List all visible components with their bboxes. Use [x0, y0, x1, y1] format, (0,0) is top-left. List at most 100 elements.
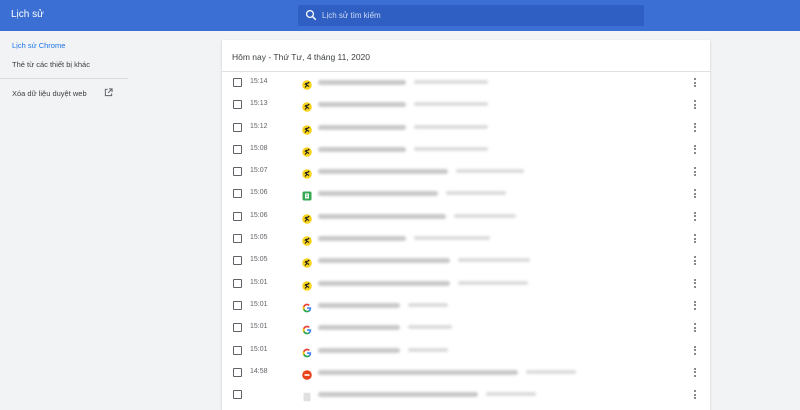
row-domain-redacted: [414, 80, 488, 84]
more-actions-icon[interactable]: [692, 188, 698, 200]
row-domain-redacted: [446, 191, 506, 196]
row-checkbox[interactable]: [233, 234, 242, 244]
more-actions-icon[interactable]: [692, 278, 698, 290]
more-actions-icon[interactable]: [692, 211, 698, 223]
history-row[interactable]: 15:05: [222, 228, 710, 250]
yellow-runner-icon: [302, 144, 312, 157]
row-domain-redacted: [414, 124, 488, 129]
google-g-icon: [302, 322, 312, 335]
row-title-redacted[interactable]: [318, 347, 400, 353]
row-title-redacted[interactable]: [318, 302, 400, 308]
row-checkbox[interactable]: [233, 278, 242, 288]
more-actions-icon[interactable]: [692, 122, 698, 134]
history-row[interactable]: 15:12: [222, 117, 710, 139]
row-title-redacted[interactable]: [318, 80, 406, 85]
row-domain-redacted: [408, 302, 448, 307]
more-actions-icon[interactable]: [692, 144, 698, 156]
row-checkbox[interactable]: [233, 122, 242, 132]
row-checkbox[interactable]: [233, 390, 242, 400]
yellow-runner-icon: [302, 211, 312, 224]
more-actions-icon[interactable]: [692, 300, 698, 312]
history-row[interactable]: 15:06: [222, 206, 710, 228]
row-checkbox[interactable]: [233, 144, 242, 154]
generic-page-icon: [302, 389, 312, 402]
row-domain-redacted: [458, 280, 528, 285]
row-time: 15:12: [250, 122, 268, 130]
history-list: 15:14 15:13 15:12 15:08 15:07 15:06 15:06 15:05…: [222, 72, 710, 406]
row-domain-redacted: [458, 258, 530, 263]
history-row[interactable]: 15:01: [222, 273, 710, 295]
more-actions-icon[interactable]: [692, 367, 698, 379]
row-domain-redacted: [408, 347, 448, 352]
row-domain-redacted: [414, 236, 490, 241]
row-time: 15:13: [250, 100, 268, 108]
more-actions-icon[interactable]: [692, 166, 698, 178]
row-domain-redacted: [456, 169, 524, 174]
row-checkbox[interactable]: [233, 256, 242, 266]
yellow-runner-icon: [302, 166, 312, 179]
search-input[interactable]: [322, 5, 632, 26]
row-title-redacted[interactable]: [318, 258, 450, 264]
row-checkbox[interactable]: [233, 367, 242, 377]
history-row[interactable]: 15:01: [222, 295, 710, 317]
row-time: 15:01: [250, 345, 268, 353]
row-title-redacted[interactable]: [318, 146, 406, 152]
more-actions-icon[interactable]: [692, 77, 698, 89]
row-checkbox[interactable]: [233, 189, 242, 199]
row-checkbox[interactable]: [233, 323, 242, 333]
row-title-redacted[interactable]: [318, 191, 438, 197]
row-checkbox[interactable]: [233, 78, 242, 87]
more-actions-icon[interactable]: [692, 345, 698, 357]
row-title-redacted[interactable]: [318, 392, 478, 398]
history-row[interactable]: 15:01: [222, 340, 710, 362]
yellow-runner-icon: [302, 122, 312, 135]
more-actions-icon[interactable]: [692, 322, 698, 334]
row-title-redacted[interactable]: [318, 236, 406, 242]
history-row[interactable]: 15:01: [222, 317, 710, 339]
sidebar-item-other-devices[interactable]: Thẻ từ các thiết bị khác: [12, 60, 90, 69]
search-icon: [305, 9, 317, 21]
more-actions-icon[interactable]: [692, 389, 698, 401]
history-row[interactable]: 15:08: [222, 139, 710, 161]
row-title-redacted[interactable]: [318, 124, 406, 130]
row-checkbox[interactable]: [233, 300, 242, 310]
row-title-redacted[interactable]: [318, 169, 448, 175]
history-row[interactable]: 14:58: [222, 362, 710, 384]
row-time: 14:58: [250, 367, 268, 375]
row-checkbox[interactable]: [233, 211, 242, 221]
row-domain-redacted: [414, 102, 488, 107]
more-actions-icon[interactable]: [692, 255, 698, 267]
yellow-runner-icon: [302, 77, 312, 90]
app-header: Lịch sử: [0, 0, 800, 31]
history-row[interactable]: 15:06: [222, 183, 710, 205]
more-actions-icon[interactable]: [692, 233, 698, 245]
row-time: 15:07: [250, 167, 268, 175]
history-row[interactable]: 15:14: [222, 72, 710, 94]
row-checkbox[interactable]: [233, 100, 242, 110]
row-time: 15:01: [250, 278, 268, 286]
row-title-redacted[interactable]: [318, 102, 406, 108]
google-g-icon: [302, 300, 312, 313]
row-title-redacted[interactable]: [318, 325, 400, 331]
more-actions-icon[interactable]: [692, 99, 698, 111]
row-checkbox[interactable]: [233, 345, 242, 355]
history-row[interactable]: 15:05: [222, 250, 710, 272]
yellow-runner-icon: [302, 99, 312, 113]
google-g-icon: [302, 345, 312, 357]
date-header-title: Hôm nay - Thứ Tư, 4 tháng 11, 2020: [232, 52, 371, 62]
search-box[interactable]: [298, 5, 644, 26]
row-title-redacted[interactable]: [318, 369, 518, 375]
history-row[interactable]: 15:07: [222, 161, 710, 183]
row-time: 15:05: [250, 234, 268, 242]
row-title-redacted[interactable]: [318, 280, 450, 286]
row-time: 15:06: [250, 211, 268, 219]
history-row[interactable]: 15:13: [222, 94, 710, 116]
row-checkbox[interactable]: [233, 167, 242, 177]
open-in-new-icon[interactable]: [104, 88, 113, 97]
app-title: Lịch sử: [11, 9, 44, 20]
sidebar-item-clear-browsing-data[interactable]: Xóa dữ liệu duyệt web: [12, 89, 87, 98]
row-title-redacted[interactable]: [318, 213, 446, 219]
history-row[interactable]: [222, 384, 710, 406]
sidebar-item-chrome-history[interactable]: Lịch sử Chrome: [12, 41, 65, 50]
row-domain-redacted: [414, 146, 488, 151]
